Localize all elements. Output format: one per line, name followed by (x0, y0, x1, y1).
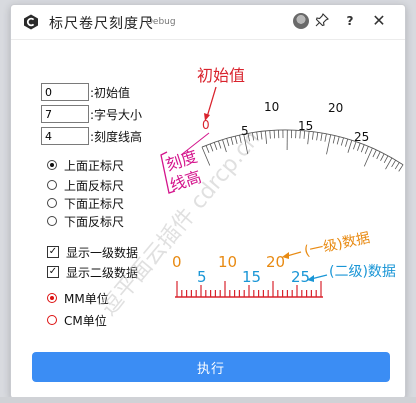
ruler-label: 15 (242, 268, 261, 286)
ruler-label: 25 (291, 268, 310, 286)
level2-annotation: (二级)数据 (329, 264, 396, 280)
ruler-label: 20 (266, 253, 285, 271)
arc-tick (324, 133, 327, 142)
level1-annotation: (一级)数据 (303, 230, 372, 260)
initial-value-arrow (206, 86, 217, 118)
arc-label: 20 (328, 101, 343, 115)
arc-tick (218, 140, 222, 149)
arc-tick (345, 138, 349, 147)
arc-tick (336, 136, 340, 145)
execute-button[interactable]: 执行 (32, 352, 390, 382)
arc-tick (209, 143, 214, 152)
ruler-label: 10 (218, 253, 237, 271)
arc-tick (316, 132, 319, 141)
arc-tick (201, 146, 211, 166)
arc-tick (394, 162, 400, 170)
arc-label: 0 (202, 118, 210, 132)
arc-tick (260, 131, 263, 140)
arc-tick (222, 139, 227, 153)
arc-tick (269, 130, 271, 139)
arc-tick (213, 142, 218, 151)
arc-tick (383, 155, 389, 163)
ruler-label: 5 (197, 268, 207, 286)
arc-tick (273, 130, 275, 139)
ruler-label: 0 (172, 253, 182, 271)
ruler-illustration: 逗平面云插件 cdrcp.cn 初始值 0 5 10 15 20 25 刻度 线… (96, 66, 404, 321)
arc-tick (398, 164, 404, 172)
arc-tick (376, 151, 381, 160)
arc-tick (372, 149, 377, 158)
arc-tick (380, 153, 385, 161)
arc-tick (347, 140, 353, 153)
arc-tick (205, 145, 210, 153)
arc-tick (364, 146, 369, 154)
arc-tick (391, 159, 397, 168)
arc-tick (363, 147, 373, 167)
arc-tick (226, 138, 230, 147)
arc-tick (340, 137, 344, 146)
arc-tick (326, 134, 332, 155)
arc-label: 15 (298, 119, 313, 133)
arc-tick (385, 157, 393, 170)
level1-pointer (286, 251, 302, 257)
background-app-strip (0, 397, 416, 403)
arc-tick (360, 144, 365, 153)
arc-tick (320, 133, 323, 141)
arc-tick (332, 135, 336, 144)
arc-tick (307, 131, 310, 145)
arc-ruler-labels: 0 5 10 15 20 25 (202, 100, 369, 144)
arc-tick (265, 130, 267, 144)
arc-tick (357, 143, 361, 151)
arc-label: 10 (264, 100, 279, 114)
dialog-window: 标尺卷尺刻度尺 Debug ? ✕ :初始值 :字号大小 :刻度线高 上面正标尺… (10, 4, 406, 399)
initial-value-annotation: 初始值 (197, 66, 245, 85)
arc-label: 25 (354, 130, 369, 144)
arc-label: 5 (241, 124, 249, 138)
